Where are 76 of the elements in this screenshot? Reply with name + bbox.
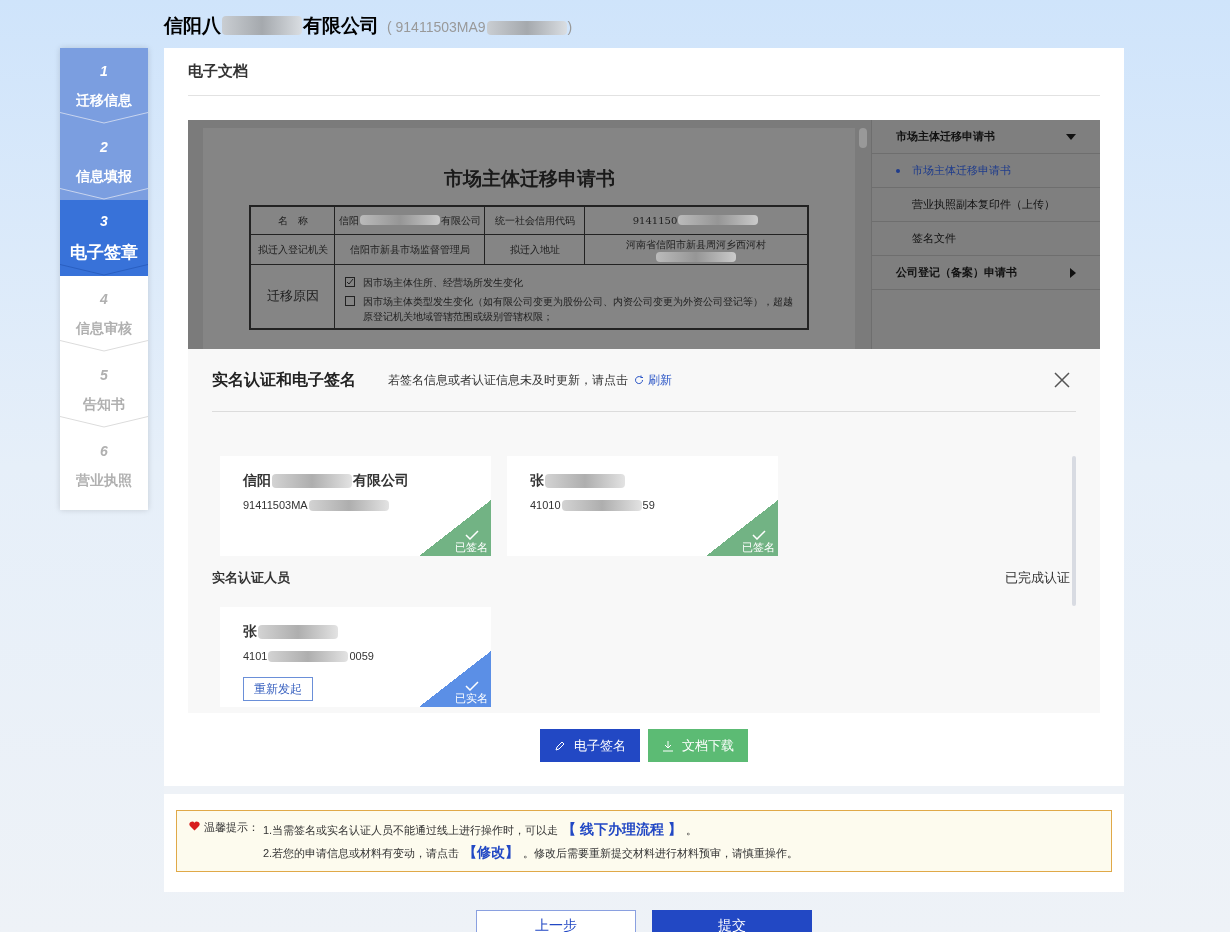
- signer-id: 41010: [530, 498, 561, 513]
- document-title: 市场主体迁移申请书: [443, 166, 615, 191]
- signer-name: 信阳: [243, 471, 271, 490]
- check-icon: [465, 681, 479, 691]
- step-label: 电子签章: [70, 241, 138, 264]
- refresh-icon: [634, 375, 644, 385]
- table-cell-text: 拟迁入登记机关: [257, 242, 328, 257]
- section-title: 实名认证人员: [212, 569, 290, 588]
- step-number: 2: [100, 138, 108, 157]
- company-name: 有限公司: [303, 13, 379, 38]
- step-label: 信息审核: [76, 319, 132, 338]
- table-cell-text: 拟迁入地址: [509, 242, 560, 257]
- step-number: 1: [100, 62, 108, 81]
- restart-button[interactable]: 重新发起: [243, 676, 313, 701]
- step-item[interactable]: 1 迁移信息: [60, 48, 148, 124]
- section-status: 已完成认证: [1005, 569, 1070, 588]
- signer-id: 91411503MA: [243, 498, 308, 513]
- step-label: 信息填报: [76, 167, 132, 186]
- signer-name: 有限公司: [353, 471, 409, 490]
- status-label: 已签名: [455, 540, 488, 554]
- dialog-hint: 若签名信息或者认证信息未及时更新，请点击: [388, 372, 628, 389]
- heart-icon: [189, 821, 200, 831]
- table-cell-text: 迁移原因: [266, 287, 319, 306]
- notice-link[interactable]: 【修改】: [463, 844, 520, 860]
- step-label: 迁移信息: [76, 91, 132, 110]
- notice-text: 1.当需签名或实名认证人员不能通过线上进行操作时，可以走 【 线下办理流程 】 。: [263, 820, 698, 839]
- step-number: 3: [100, 211, 108, 231]
- nav-item[interactable]: 营业执照副本复印件（上传）: [872, 188, 1100, 222]
- table-cell-text: 有限公司: [440, 213, 481, 228]
- download-button[interactable]: 文档下载: [648, 729, 748, 762]
- download-icon: [662, 739, 674, 752]
- signer-id: 4101: [243, 649, 268, 664]
- notice-text: 2.若您的申请信息或材料有变动，请点击 【修改】 。修改后需要重新提交材料进行材料预审，请慎重操作。: [263, 843, 799, 862]
- scrollbar-thumb: [859, 128, 867, 148]
- check-icon: [752, 530, 766, 540]
- submit-button[interactable]: 提交: [652, 910, 812, 932]
- caret-right-icon: [1070, 267, 1076, 278]
- refresh-link[interactable]: 刷新: [634, 371, 672, 389]
- table-cell-text: 名 称: [277, 213, 308, 228]
- credit-code: ): [567, 18, 573, 37]
- back-button[interactable]: 上一步: [476, 910, 636, 932]
- dialog-title: 实名认证和电子签名: [212, 370, 356, 390]
- signer-id: 59: [642, 498, 655, 513]
- table-cell-text: 信阳市新县市场监督管理局: [349, 242, 470, 257]
- notice-label: 温馨提示：: [204, 820, 259, 835]
- step-item[interactable]: 3 电子签章: [60, 200, 148, 276]
- notice-link[interactable]: 【 线下办理流程 】: [562, 821, 682, 837]
- table-cell-text: 河南省信阳市新县周河乡西河村: [626, 237, 766, 252]
- panel-title: 电子文档: [188, 61, 248, 82]
- check-icon: [465, 530, 479, 540]
- status-label: 已签名: [742, 540, 775, 554]
- close-icon: [1054, 372, 1070, 388]
- table-cell-text: 9141150: [632, 213, 678, 228]
- status-label: 已实名: [455, 691, 488, 705]
- company-name: 信阳八: [164, 13, 221, 38]
- nav-item[interactable]: 市场主体迁移申请书: [872, 154, 1100, 188]
- nav-item[interactable]: 签名文件: [872, 222, 1100, 256]
- caret-down-icon: [1066, 133, 1076, 140]
- step-number: 6: [100, 442, 108, 461]
- reason-text: 因市场主体住所、经营场所发生变化: [363, 275, 523, 290]
- sign-button[interactable]: 电子签名: [540, 729, 640, 762]
- nav-group[interactable]: 公司登记（备案）申请书: [872, 256, 1100, 290]
- step-label: 告知书: [83, 395, 125, 414]
- table-cell-text: 信阳: [338, 213, 359, 228]
- nav-group[interactable]: 市场主体迁移申请书: [872, 120, 1100, 154]
- signer-name: 张: [243, 622, 257, 641]
- step-number: 5: [100, 366, 108, 385]
- signer-id: 0059: [349, 649, 374, 664]
- credit-code: ( 91411503MA9: [387, 18, 486, 37]
- close-button[interactable]: [1054, 371, 1072, 389]
- step-label: 营业执照: [76, 471, 132, 490]
- signer-name: 张: [530, 471, 544, 490]
- pen-icon: [554, 739, 566, 752]
- step-item[interactable]: 2 信息填报: [60, 124, 148, 200]
- reason-text: 因市场主体类型发生变化（如有限公司变更为股份公司、内资公司变更为外资公司登记等），超越原登记机关地域管辖范围或级别管辖权限；: [363, 294, 794, 324]
- step-number: 4: [100, 290, 108, 309]
